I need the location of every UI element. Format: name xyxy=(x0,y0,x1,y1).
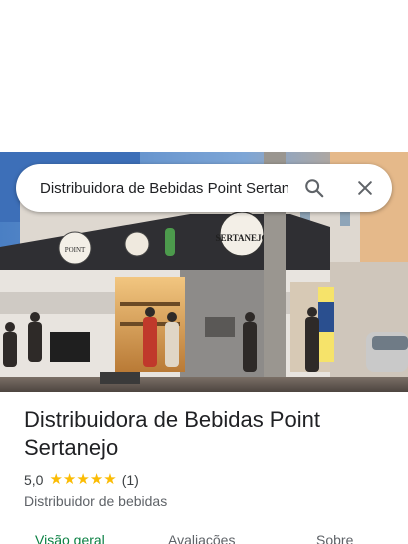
star-icon: ★ xyxy=(89,471,104,488)
close-icon[interactable] xyxy=(353,176,377,200)
star-icon: ★ xyxy=(103,471,117,488)
star-icon: ★ xyxy=(76,471,90,488)
map-blank-area xyxy=(0,0,408,152)
review-count-link[interactable]: (1) xyxy=(122,472,139,488)
place-category[interactable]: Distribuidor de bebidas xyxy=(24,493,167,509)
place-title: Distribuidora de Bebidas Point Sertanejo xyxy=(24,407,320,460)
star-icon: ★ xyxy=(62,471,77,488)
sign-big-text: SERTANEJO xyxy=(215,233,268,243)
tab-about[interactable]: Sobre xyxy=(316,532,353,544)
search-icon[interactable] xyxy=(302,176,326,200)
star-icon: ★ xyxy=(49,471,63,488)
search-query-text[interactable]: Distribuidora de Bebidas Point Sertanejo xyxy=(40,180,288,197)
tab-overview[interactable]: Visão geral xyxy=(35,532,105,544)
tab-reviews[interactable]: Avaliações xyxy=(168,532,235,544)
search-bar[interactable]: Distribuidora de Bebidas Point Sertanejo xyxy=(16,164,392,212)
sign-small-text: POINT xyxy=(65,246,86,254)
place-tabs: Visão geral Avaliações Sobre xyxy=(0,528,408,544)
rating-row: 5,0 ★ ★ ★ ★ ★ (1) xyxy=(24,472,139,489)
rating-value: 5,0 xyxy=(24,472,44,488)
rating-stars: ★ ★ ★ ★ ★ xyxy=(49,472,116,488)
